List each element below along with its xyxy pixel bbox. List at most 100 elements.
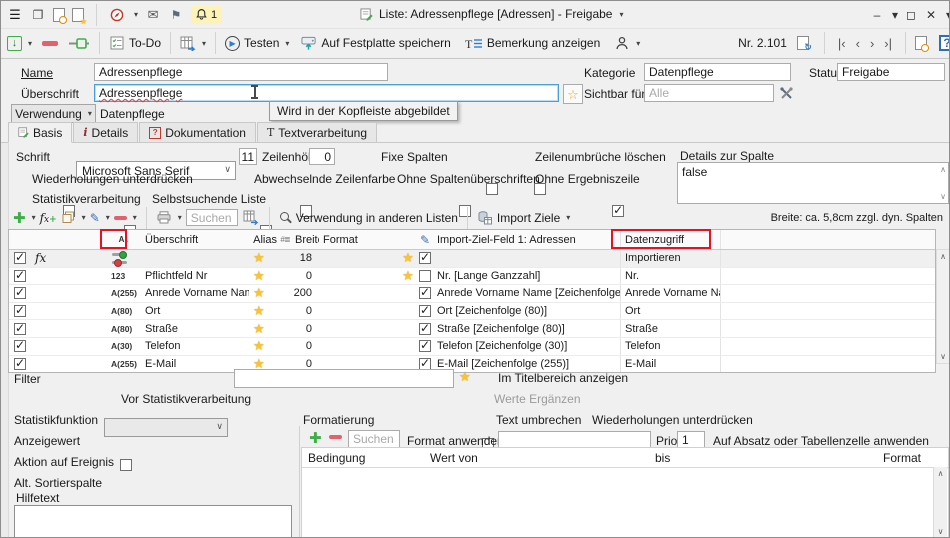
compass-dropdown-icon[interactable]: ▾ <box>134 10 138 19</box>
user-button[interactable]: ▾ <box>614 35 640 51</box>
col-header-ueberschrift[interactable]: Überschrift <box>141 230 249 249</box>
table-row[interactable]: A(255) Anrede Vorname Name 200 Anrede Vo… <box>9 285 935 303</box>
connector-button[interactable] <box>68 35 90 51</box>
ueberschrift-input[interactable]: Adressenpflege <box>94 84 559 102</box>
status-input[interactable] <box>837 63 945 81</box>
scroll-up-icon[interactable]: ∧ <box>940 252 946 261</box>
import-checkbox[interactable] <box>419 323 431 335</box>
import-checkbox[interactable] <box>419 287 431 299</box>
condition-scrollbar[interactable]: ∧ ∨ <box>933 467 947 538</box>
cond-scroll-up-icon[interactable]: ∧ <box>938 469 944 478</box>
table-row[interactable]: 123 Pflichtfeld Nr 0 Nr. [Lange Ganzzahl… <box>9 268 935 286</box>
row-checkbox[interactable] <box>14 358 26 370</box>
nav-last-button[interactable]: ›| <box>884 36 892 51</box>
import-button[interactable]: ↓ ▾ <box>7 36 32 51</box>
flag-icon[interactable]: ⚑ <box>168 7 184 23</box>
restore-button[interactable]: ◻ <box>901 8 921 22</box>
tab-basis[interactable]: Basis <box>8 122 72 143</box>
table-export-icon[interactable] <box>242 210 260 226</box>
bemerkung-button[interactable]: T Bemerkung anzeigen <box>465 35 600 51</box>
close-button[interactable]: ✕ <box>921 8 941 22</box>
scroll-down-icon[interactable]: ∨ <box>940 352 946 361</box>
remove-condition-button[interactable] <box>329 435 342 439</box>
import-checkbox[interactable] <box>419 270 431 282</box>
verwendung-listen-button[interactable]: Verwendung in anderen Listen <box>296 211 458 225</box>
schrift-size-input[interactable]: 11 <box>239 148 257 165</box>
row-checkbox[interactable] <box>14 252 26 264</box>
compass-icon[interactable] <box>109 7 125 23</box>
import-checkbox[interactable] <box>419 340 431 352</box>
save-to-disk-button[interactable]: Auf Festplatte speichern <box>301 35 450 51</box>
cond-scroll-down-icon[interactable]: ∨ <box>938 527 944 536</box>
minimize-button[interactable]: – <box>867 8 887 22</box>
col-header-datenzugriff[interactable]: Datenzugriff <box>621 230 721 249</box>
filter-input[interactable] <box>234 369 454 388</box>
recent-documents-icon[interactable] <box>53 8 65 22</box>
name-input[interactable] <box>94 63 388 81</box>
nav-next-button[interactable]: › <box>870 36 874 51</box>
alias-star-icon[interactable] <box>253 286 265 300</box>
row-checkbox[interactable] <box>14 340 26 352</box>
grid-search-input[interactable] <box>186 209 238 226</box>
printer-dropdown-icon[interactable]: ▾ <box>178 213 182 222</box>
row-checkbox[interactable] <box>14 305 26 317</box>
help-button[interactable]: ? <box>939 35 950 51</box>
row-checkbox[interactable] <box>14 287 26 299</box>
filter-dropdown[interactable] <box>104 418 228 437</box>
sort-order-icon[interactable]: A↓ <box>119 234 130 245</box>
copy-dropdown-icon[interactable]: ▾ <box>82 213 86 222</box>
import-checkbox[interactable] <box>419 252 431 264</box>
import-ziele-dropdown-icon[interactable]: ▾ <box>566 213 570 222</box>
format-star-icon[interactable] <box>402 269 414 283</box>
alias-star-icon[interactable] <box>253 322 265 336</box>
tab-textverarbeitung[interactable]: T Textverarbeitung <box>257 122 377 142</box>
windows-icon[interactable]: ❐ <box>30 7 46 23</box>
history-icon[interactable] <box>915 36 927 50</box>
verwendung-button[interactable]: Verwendung ▾ <box>11 104 96 123</box>
remove-button[interactable] <box>42 41 58 46</box>
title-dropdown-icon[interactable]: ▾ <box>619 10 623 19</box>
testen-button[interactable]: ▶ Testen ▾ <box>225 36 289 51</box>
col-header-format[interactable]: Format <box>319 230 399 249</box>
delete-dropdown-icon[interactable]: ▾ <box>133 213 137 222</box>
hilfetext-textarea[interactable] <box>14 505 292 538</box>
col-header-alias[interactable]: Alias <box>249 230 279 249</box>
mail-icon[interactable]: ✉ <box>145 7 161 23</box>
minimize-dropdown-icon[interactable]: ▾ <box>889 8 901 22</box>
add-column-button[interactable]: ✚ <box>13 209 26 227</box>
table-view-button[interactable]: ▾ <box>180 35 206 51</box>
table-row[interactable]: A(30) Telefon 0 Telefon [Zeichenfolge (3… <box>9 338 935 356</box>
col-header-breite[interactable]: Breite <box>291 230 319 249</box>
nav-first-button[interactable]: |‹ <box>838 36 846 51</box>
import-ziele-button[interactable]: Import Ziele <box>497 211 560 225</box>
favorites-icon[interactable] <box>72 8 84 22</box>
add-column-dropdown-icon[interactable]: ▾ <box>32 213 36 222</box>
table-row[interactable]: A(80) Ort 0 Ort [Zeichenfolge (80)] Ort <box>9 303 935 321</box>
table-row[interactable]: A(80) Straße 0 Straße [Zeichenfolge (80)… <box>9 320 935 338</box>
add-condition-button[interactable]: ✚ <box>309 429 322 447</box>
col-header-import-feld[interactable]: Import-Ziel-Feld 1: Adressen <box>433 230 621 249</box>
ueberschrift-star-button[interactable] <box>563 84 583 104</box>
alias-star-icon[interactable] <box>253 251 265 265</box>
row-checkbox[interactable] <box>14 270 26 282</box>
import-checkbox[interactable] <box>419 305 431 317</box>
alias-star-icon[interactable] <box>253 269 265 283</box>
delete-column-button[interactable] <box>114 216 127 220</box>
table-scrollbar[interactable]: ∧ ∨ <box>936 249 950 364</box>
tab-details[interactable]: i Details <box>73 122 138 142</box>
nav-prev-button[interactable]: ‹ <box>856 36 860 51</box>
hamburger-menu-icon[interactable]: ☰ <box>7 7 23 23</box>
table-row-fx[interactable]: fx 18 Importieren <box>9 250 935 268</box>
add-function-button[interactable]: fx+ <box>40 211 57 225</box>
filter-star-icon[interactable] <box>459 370 471 383</box>
row-checkbox[interactable] <box>14 323 26 335</box>
edit-dropdown-icon[interactable]: ▾ <box>106 213 110 222</box>
zeilenhoehe-input[interactable]: 0 <box>309 148 335 165</box>
details-scroll-down-icon[interactable]: ∨ <box>940 192 946 201</box>
tools-icon[interactable] <box>778 85 794 101</box>
copy-icon[interactable] <box>61 210 76 226</box>
alias-star-icon[interactable] <box>253 339 265 353</box>
sichtbar-input[interactable] <box>644 84 774 102</box>
vor-statistik-checkbox[interactable] <box>120 459 132 471</box>
edit-column-button[interactable]: ✎ <box>90 211 100 225</box>
